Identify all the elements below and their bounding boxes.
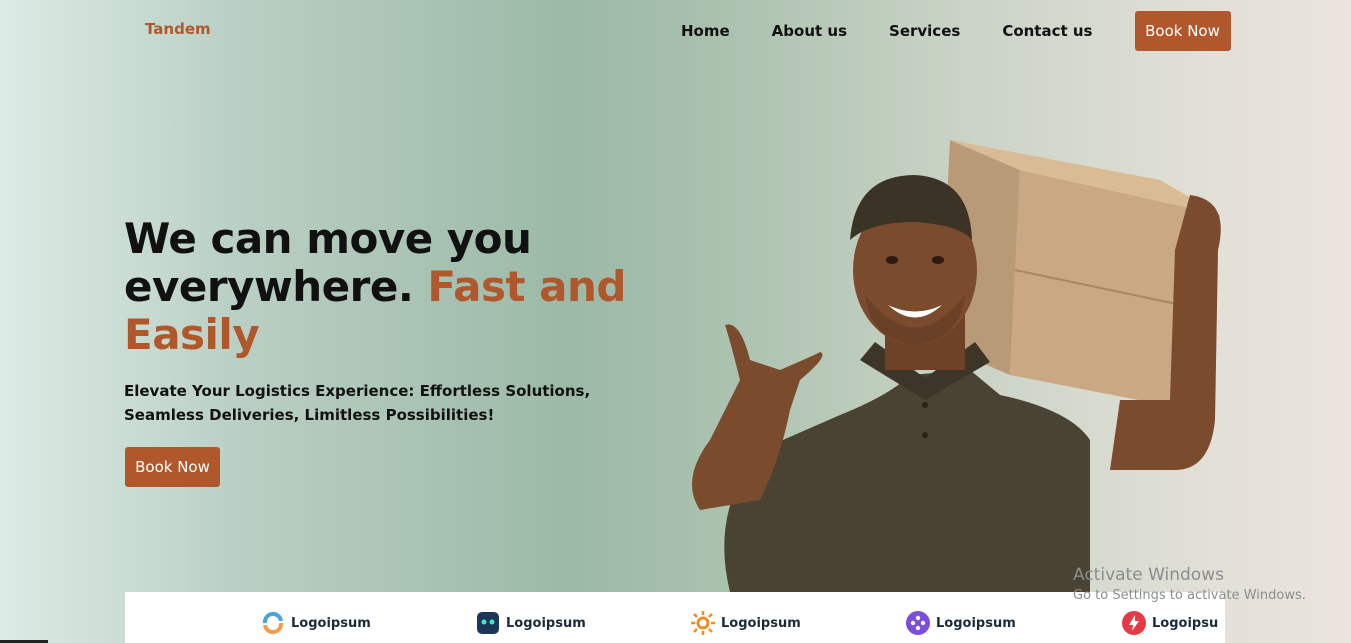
robot-logo-icon bbox=[477, 612, 499, 634]
hero-book-now-button[interactable]: Book Now bbox=[125, 447, 220, 487]
partner-logo-label: Logoipsum bbox=[291, 615, 371, 631]
nav-about-us[interactable]: About us bbox=[772, 22, 847, 40]
partner-logo: Logoipsum bbox=[906, 611, 1016, 635]
nav-home[interactable]: Home bbox=[681, 22, 730, 40]
partner-logo-label: Logoipsum bbox=[936, 615, 1016, 631]
hero-title: We can move you everywhere. Fast and Eas… bbox=[124, 215, 644, 359]
delivery-man-image bbox=[692, 140, 1221, 592]
brand-logo[interactable]: Tandem bbox=[145, 20, 211, 38]
nav-services[interactable]: Services bbox=[889, 22, 960, 40]
partner-logo: Logoipsum bbox=[476, 611, 586, 635]
partner-logo: Logoipsu bbox=[1122, 611, 1218, 635]
bolt-logo-icon bbox=[1122, 611, 1146, 635]
ring-logo-icon bbox=[262, 611, 284, 635]
partner-logo-label: Logoipsum bbox=[721, 615, 801, 631]
partner-logos-strip: Logoipsum Logoipsum Logoipsum Logoipsum bbox=[125, 592, 1225, 643]
watermark-subtitle: Go to Settings to activate Windows. bbox=[1073, 588, 1306, 603]
sun-logo-icon bbox=[691, 611, 715, 635]
watermark-title: Activate Windows bbox=[1073, 565, 1224, 585]
partner-logo-label: Logoipsu bbox=[1152, 615, 1219, 631]
partner-logo: Logoipsum bbox=[691, 611, 801, 635]
activate-windows-watermark: Activate Windows Go to Settings to activ… bbox=[1073, 564, 1306, 606]
diamond-logo-icon bbox=[906, 611, 930, 635]
hero-subtitle: Elevate Your Logistics Experience: Effor… bbox=[124, 382, 591, 424]
partner-logo: Logoipsum bbox=[261, 611, 371, 635]
partner-logo-label: Logoipsum bbox=[506, 615, 586, 631]
header-book-now-button[interactable]: Book Now bbox=[1134, 11, 1231, 51]
main-nav: Home About us Services Contact us Book N… bbox=[681, 11, 1231, 51]
nav-contact-us[interactable]: Contact us bbox=[1002, 22, 1092, 40]
